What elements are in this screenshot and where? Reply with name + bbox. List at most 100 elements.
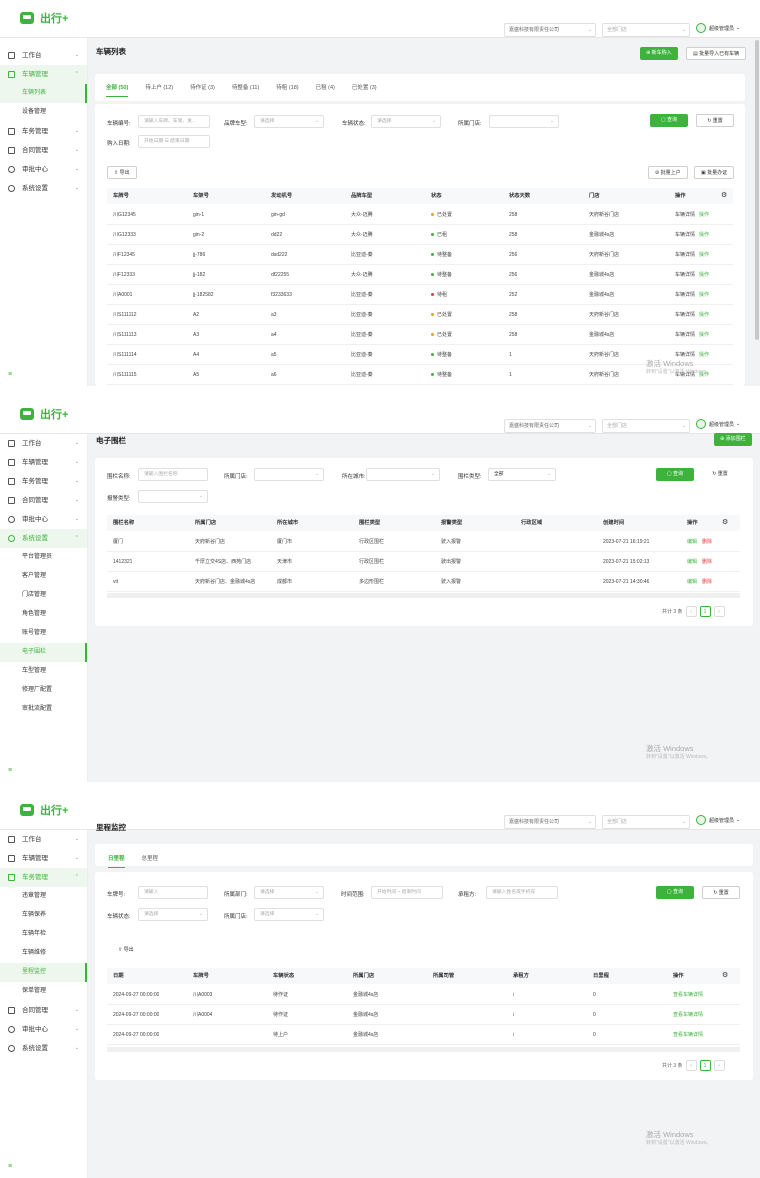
add-geofence-button[interactable]: ⊕ 添加围栏 [714, 433, 752, 446]
dept-filter-select[interactable]: 请选择 ⌄ [254, 886, 324, 899]
sidebar-item-violation-mgmt[interactable]: 违章管理 [0, 887, 87, 906]
tab-item[interactable]: 已处置 (3) [352, 83, 377, 97]
city-filter-select[interactable]: ⌄ [366, 468, 440, 481]
sidebar-item-inspection[interactable]: 车辆年检 [0, 925, 87, 944]
export-button[interactable]: ⇧ 导出 [107, 166, 137, 179]
tab-item[interactable]: 待整备 (11) [232, 83, 259, 97]
sidebar-item-workbench[interactable]: 工作台 ⌄ [0, 830, 87, 849]
sidebar-item-customer-mgmt[interactable]: 客户管理 [0, 567, 87, 586]
vehicle-detail-link[interactable]: 车辆详情 [675, 212, 695, 218]
operate-link[interactable]: 操作 [699, 212, 709, 218]
vehicle-detail-link[interactable]: 查看车辆详情 [673, 985, 703, 1005]
vehicle-detail-link[interactable]: 查看车辆详情 [673, 1005, 703, 1025]
reset-button[interactable]: ↻ 重置 [702, 468, 738, 481]
sidebar-item-audit-center[interactable]: 审批中心 ⌄ [0, 510, 87, 529]
sidebar-item-repair-config[interactable]: 修理厂配置 [0, 681, 87, 700]
sidebar-item-service-mgmt[interactable]: 车务管理 ⌄ [0, 122, 87, 141]
edit-link[interactable]: 编辑 [687, 539, 697, 545]
operate-link[interactable]: 操作 [699, 252, 709, 258]
sidebar-item-audit-center[interactable]: 审批中心 ⌄ [0, 160, 87, 179]
sidebar-item-vehicle-list[interactable]: 车辆列表 [0, 84, 87, 103]
table-horizontal-scrollbar[interactable] [107, 593, 740, 598]
page-number-button[interactable]: 1 [699, 1060, 711, 1071]
date-range-picker[interactable]: 开始日期 ☰ 结束日期 [138, 135, 210, 148]
sidebar-item-approval-config[interactable]: 审批流配置 [0, 700, 87, 719]
operate-link[interactable]: 操作 [699, 312, 709, 318]
vehicle-detail-link[interactable]: 查看车辆详情 [673, 1025, 703, 1045]
gear-icon[interactable]: ⚙ [722, 515, 728, 530]
tab-item[interactable]: 总里程 [142, 854, 159, 868]
user-menu[interactable]: 超级管理员 ⌄ [696, 419, 740, 429]
sidebar-item-mileage[interactable]: 里程监控 [0, 963, 87, 982]
sidebar-item-service-mgmt[interactable]: 车务管理 ⌃ [0, 868, 87, 887]
reset-button[interactable]: ↻ 重置 [702, 886, 740, 899]
sidebar-item-role-mgmt[interactable]: 角色管理 [0, 605, 87, 624]
gear-icon[interactable]: ⚙ [721, 188, 727, 203]
import-vehicles-button[interactable]: ▤ 批量导入已有车辆 [686, 47, 747, 60]
edit-link[interactable]: 编辑 [687, 559, 697, 565]
sidebar-item-contract-mgmt[interactable]: 合同管理 ⌄ [0, 141, 87, 160]
sidebar-item-contract-mgmt[interactable]: 合同管理 ⌄ [0, 1001, 87, 1020]
sidebar-item-insurance[interactable]: 车辆保养 [0, 906, 87, 925]
tab-item[interactable]: 全部 (50) [106, 83, 129, 97]
company-select[interactable]: 嘉盛科技有限责任公司 ⌄ [504, 419, 596, 433]
tab-item[interactable]: 已租 (4) [316, 83, 335, 97]
operate-link[interactable]: 操作 [699, 292, 709, 298]
plate-filter-input[interactable]: 请输入车牌、车架、发... [138, 115, 210, 128]
collapse-menu-icon[interactable]: ≡ [8, 767, 12, 774]
sidebar-item-workbench[interactable]: 工作台 ⌄ [0, 46, 87, 65]
alarm-filter-select[interactable]: ⌄ [138, 490, 208, 503]
next-page-button[interactable]: › [713, 606, 725, 617]
query-button[interactable]: ▢ 查询 [656, 886, 694, 899]
table-horizontal-scrollbar[interactable] [107, 1047, 740, 1052]
sidebar-item-device-mgmt[interactable]: 设备管理 [0, 103, 87, 122]
tab-item[interactable]: 日里程 [108, 854, 125, 868]
sidebar-item-workbench[interactable]: 工作台 ⌄ [0, 434, 87, 453]
vehicle-detail-link[interactable]: 车辆详情 [675, 292, 695, 298]
store-filter-select[interactable]: 请选择 ⌄ [254, 908, 324, 921]
sidebar-item-vehicle-mgmt[interactable]: 车辆管理 ⌄ [0, 453, 87, 472]
page-number-button[interactable]: 1 [699, 606, 711, 617]
store-select[interactable]: 全部门店 ⌄ [602, 815, 690, 829]
sidebar-item-system-settings[interactable]: 系统设置 ⌄ [0, 179, 87, 198]
batch-onboard-button[interactable]: ⊘ 批量上户 [648, 166, 688, 179]
sidebar-item-repair[interactable]: 车辆维修 [0, 944, 87, 963]
vehicle-detail-link[interactable]: 车辆详情 [675, 352, 695, 358]
new-vehicle-button[interactable]: ⊕ 新车购入 [640, 47, 678, 60]
operate-link[interactable]: 操作 [699, 332, 709, 338]
next-page-button[interactable]: › [713, 1060, 725, 1071]
reset-button[interactable]: ↻ 重置 [696, 114, 734, 127]
vehicle-detail-link[interactable]: 车辆详情 [675, 252, 695, 258]
query-button[interactable]: ▢ 查询 [650, 114, 688, 127]
company-select[interactable]: 嘉盛科技有限责任公司 ⌄ [504, 23, 596, 37]
edit-link[interactable]: 编辑 [687, 579, 697, 585]
vehicle-detail-link[interactable]: 车辆详情 [675, 312, 695, 318]
page-scrollbar[interactable] [755, 40, 759, 340]
sidebar-item-account-mgmt[interactable]: 账号管理 [0, 624, 87, 643]
vehicle-detail-link[interactable]: 车辆详情 [675, 232, 695, 238]
query-button[interactable]: ▢ 查询 [656, 468, 694, 481]
collapse-menu-icon[interactable]: ≡ [8, 1163, 12, 1170]
time-range-picker[interactable]: 开始时间 ~ 结束时间 [371, 886, 443, 899]
operate-link[interactable]: 操作 [699, 232, 709, 238]
delete-link[interactable]: 删除 [702, 579, 712, 585]
sidebar-item-audit-center[interactable]: 审批中心 ⌄ [0, 1020, 87, 1039]
prev-page-button[interactable]: ‹ [685, 1060, 697, 1071]
brand-filter-select[interactable]: 请选择 ⌄ [254, 115, 324, 128]
tab-item[interactable]: 待作证 (3) [190, 83, 215, 97]
plate-filter-input[interactable]: 请输入 [138, 886, 208, 899]
sidebar-item-service-mgmt[interactable]: 车务管理 ⌄ [0, 472, 87, 491]
name-filter-input[interactable]: 请输入围栏名称 [138, 468, 208, 481]
sidebar-item-contract-mgmt[interactable]: 合同管理 ⌄ [0, 491, 87, 510]
vehicle-detail-link[interactable]: 车辆详情 [675, 272, 695, 278]
store-filter-select[interactable]: ⌄ [254, 468, 324, 481]
sidebar-item-system-settings[interactable]: 系统设置 ⌃ [0, 529, 87, 548]
sidebar-item-vehicle-mgmt[interactable]: 车辆管理 ⌃ [0, 65, 87, 84]
company-select[interactable]: 嘉盛科技有限责任公司 ⌄ [504, 815, 596, 829]
export-button[interactable]: ⇧ 导出 [112, 944, 140, 957]
tab-item[interactable]: 待上户 (12) [145, 83, 173, 97]
user-menu[interactable]: 超级管理员 ⌄ [696, 815, 740, 825]
prev-page-button[interactable]: ‹ [685, 606, 697, 617]
sidebar-item-platform-mgmt[interactable]: 平台管理员 [0, 548, 87, 567]
store-select[interactable]: 全部门店 ⌄ [602, 23, 690, 37]
